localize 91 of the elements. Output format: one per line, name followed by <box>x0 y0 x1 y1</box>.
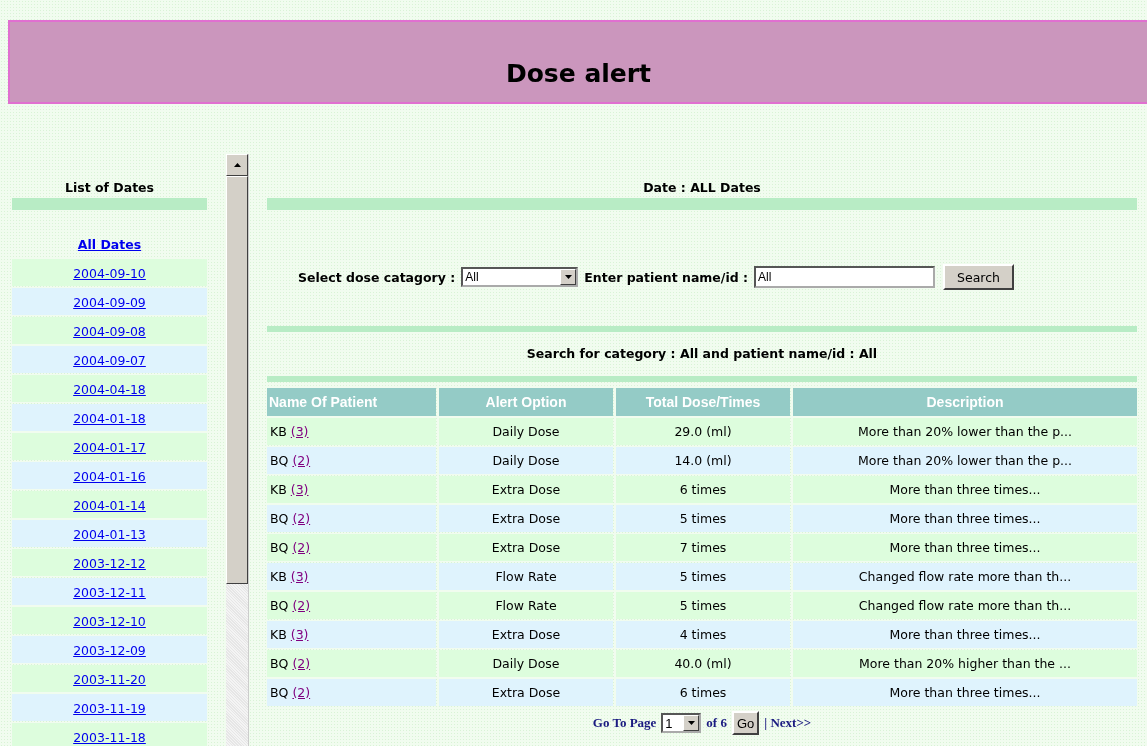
table-cell: Daily Dose <box>439 447 613 474</box>
page-title: Dose alert <box>505 58 652 88</box>
go-to-page-label: Go To Page <box>592 715 657 731</box>
table-cell: Extra Dose <box>439 534 613 561</box>
table-cell: Extra Dose <box>439 621 613 648</box>
date-link[interactable]: 2004-09-10 <box>12 259 207 286</box>
date-link[interactable]: 2004-09-09 <box>12 288 207 315</box>
table-cell: Changed flow rate more than th... <box>793 592 1137 619</box>
column-header: Alert Option <box>439 388 613 416</box>
table-cell: More than three times... <box>793 621 1137 648</box>
date-link[interactable]: 2004-01-17 <box>12 433 207 460</box>
table-cell: 5 times <box>616 563 790 590</box>
up-arrow-icon <box>233 163 241 167</box>
alert-count-link[interactable]: (2) <box>292 540 311 555</box>
table-cell: 40.0 (ml) <box>616 650 790 677</box>
table-cell: Daily Dose <box>439 650 613 677</box>
search-button[interactable]: Search <box>943 264 1014 290</box>
date-link[interactable]: 2004-01-18 <box>12 404 207 431</box>
table-cell: 5 times <box>616 505 790 532</box>
alert-count-link[interactable]: (3) <box>290 482 309 497</box>
table-cell: KB (3) <box>267 476 436 503</box>
page-count: of 6 <box>706 715 727 731</box>
table-cell: More than three times... <box>793 534 1137 561</box>
table-cell: More than three times... <box>793 505 1137 532</box>
table-cell: BQ (2) <box>267 534 436 561</box>
table-cell: BQ (2) <box>267 505 436 532</box>
scrollbar-thumb[interactable] <box>226 176 248 584</box>
table-cell: Flow Rate <box>439 592 613 619</box>
category-label: Select dose catagory : <box>298 269 456 285</box>
table-cell: Daily Dose <box>439 418 613 445</box>
date-link[interactable]: 2003-11-20 <box>12 665 207 692</box>
alert-count-link[interactable]: (3) <box>290 569 309 584</box>
dropdown-arrow-icon <box>564 275 572 279</box>
table-cell: 6 times <box>616 679 790 706</box>
date-link[interactable]: 2004-01-16 <box>12 462 207 489</box>
alert-count-link[interactable]: (2) <box>292 656 311 671</box>
table-cell: Flow Rate <box>439 563 613 590</box>
date-link[interactable]: 2004-09-08 <box>12 317 207 344</box>
date-link[interactable]: 2004-04-18 <box>12 375 207 402</box>
date-link[interactable]: 2003-11-19 <box>12 694 207 721</box>
table-cell: 7 times <box>616 534 790 561</box>
alert-count-link[interactable]: (3) <box>290 627 309 642</box>
table-cell: 29.0 (ml) <box>616 418 790 445</box>
date-link[interactable]: 2004-01-13 <box>12 520 207 547</box>
date-link[interactable]: 2004-09-07 <box>12 346 207 373</box>
table-cell: BQ (2) <box>267 447 436 474</box>
table-cell: More than three times... <box>793 679 1137 706</box>
table-cell: 6 times <box>616 476 790 503</box>
table-cell: BQ (2) <box>267 592 436 619</box>
sidebar-title: List of Dates <box>63 179 156 197</box>
column-header: Name Of Patient <box>267 388 436 416</box>
page-select[interactable]: 1 <box>661 713 702 733</box>
go-button[interactable]: Go <box>731 711 760 735</box>
table-cell: More than 20% higher than the ... <box>793 650 1137 677</box>
table-cell: 4 times <box>616 621 790 648</box>
table-cell: Extra Dose <box>439 679 613 706</box>
alert-count-link[interactable]: (2) <box>292 511 311 526</box>
table-cell: KB (3) <box>267 621 436 648</box>
alert-count-link[interactable]: (2) <box>292 598 311 613</box>
table-cell: More than three times... <box>793 476 1137 503</box>
table-cell: Extra Dose <box>439 505 613 532</box>
date-heading: Date : ALL Dates <box>642 179 762 197</box>
alert-count-link[interactable]: (2) <box>292 453 311 468</box>
table-cell: BQ (2) <box>267 679 436 706</box>
table-cell: 14.0 (ml) <box>616 447 790 474</box>
date-link[interactable]: 2003-11-18 <box>12 723 207 746</box>
next-link[interactable]: | Next>> <box>764 715 812 731</box>
table-cell: Extra Dose <box>439 476 613 503</box>
table-cell: 5 times <box>616 592 790 619</box>
patient-field[interactable]: All <box>754 266 935 288</box>
alert-count-link[interactable]: (2) <box>292 685 311 700</box>
dropdown-arrow-icon <box>687 721 695 725</box>
date-link[interactable]: 2004-01-14 <box>12 491 207 518</box>
date-link[interactable]: 2003-12-12 <box>12 549 207 576</box>
table-cell: More than 20% lower than the p... <box>793 447 1137 474</box>
table-cell: KB (3) <box>267 418 436 445</box>
all-dates-link[interactable]: All Dates <box>77 237 142 252</box>
table-cell: Changed flow rate more than th... <box>793 563 1137 590</box>
table-cell: KB (3) <box>267 563 436 590</box>
date-link[interactable]: 2003-12-10 <box>12 607 207 634</box>
alert-count-link[interactable]: (3) <box>290 424 309 439</box>
search-summary: Search for category : All and patient name/id : All <box>525 345 879 363</box>
scroll-up-button[interactable] <box>226 154 248 176</box>
column-header: Total Dose/Times <box>616 388 790 416</box>
table-cell: More than 20% lower than the p... <box>793 418 1137 445</box>
table-cell: BQ (2) <box>267 650 436 677</box>
date-link[interactable]: 2003-12-11 <box>12 578 207 605</box>
category-select[interactable]: All <box>461 267 579 287</box>
column-header: Description <box>793 388 1137 416</box>
patient-label: Enter patient name/id : <box>584 269 748 285</box>
date-link[interactable]: 2003-12-09 <box>12 636 207 663</box>
